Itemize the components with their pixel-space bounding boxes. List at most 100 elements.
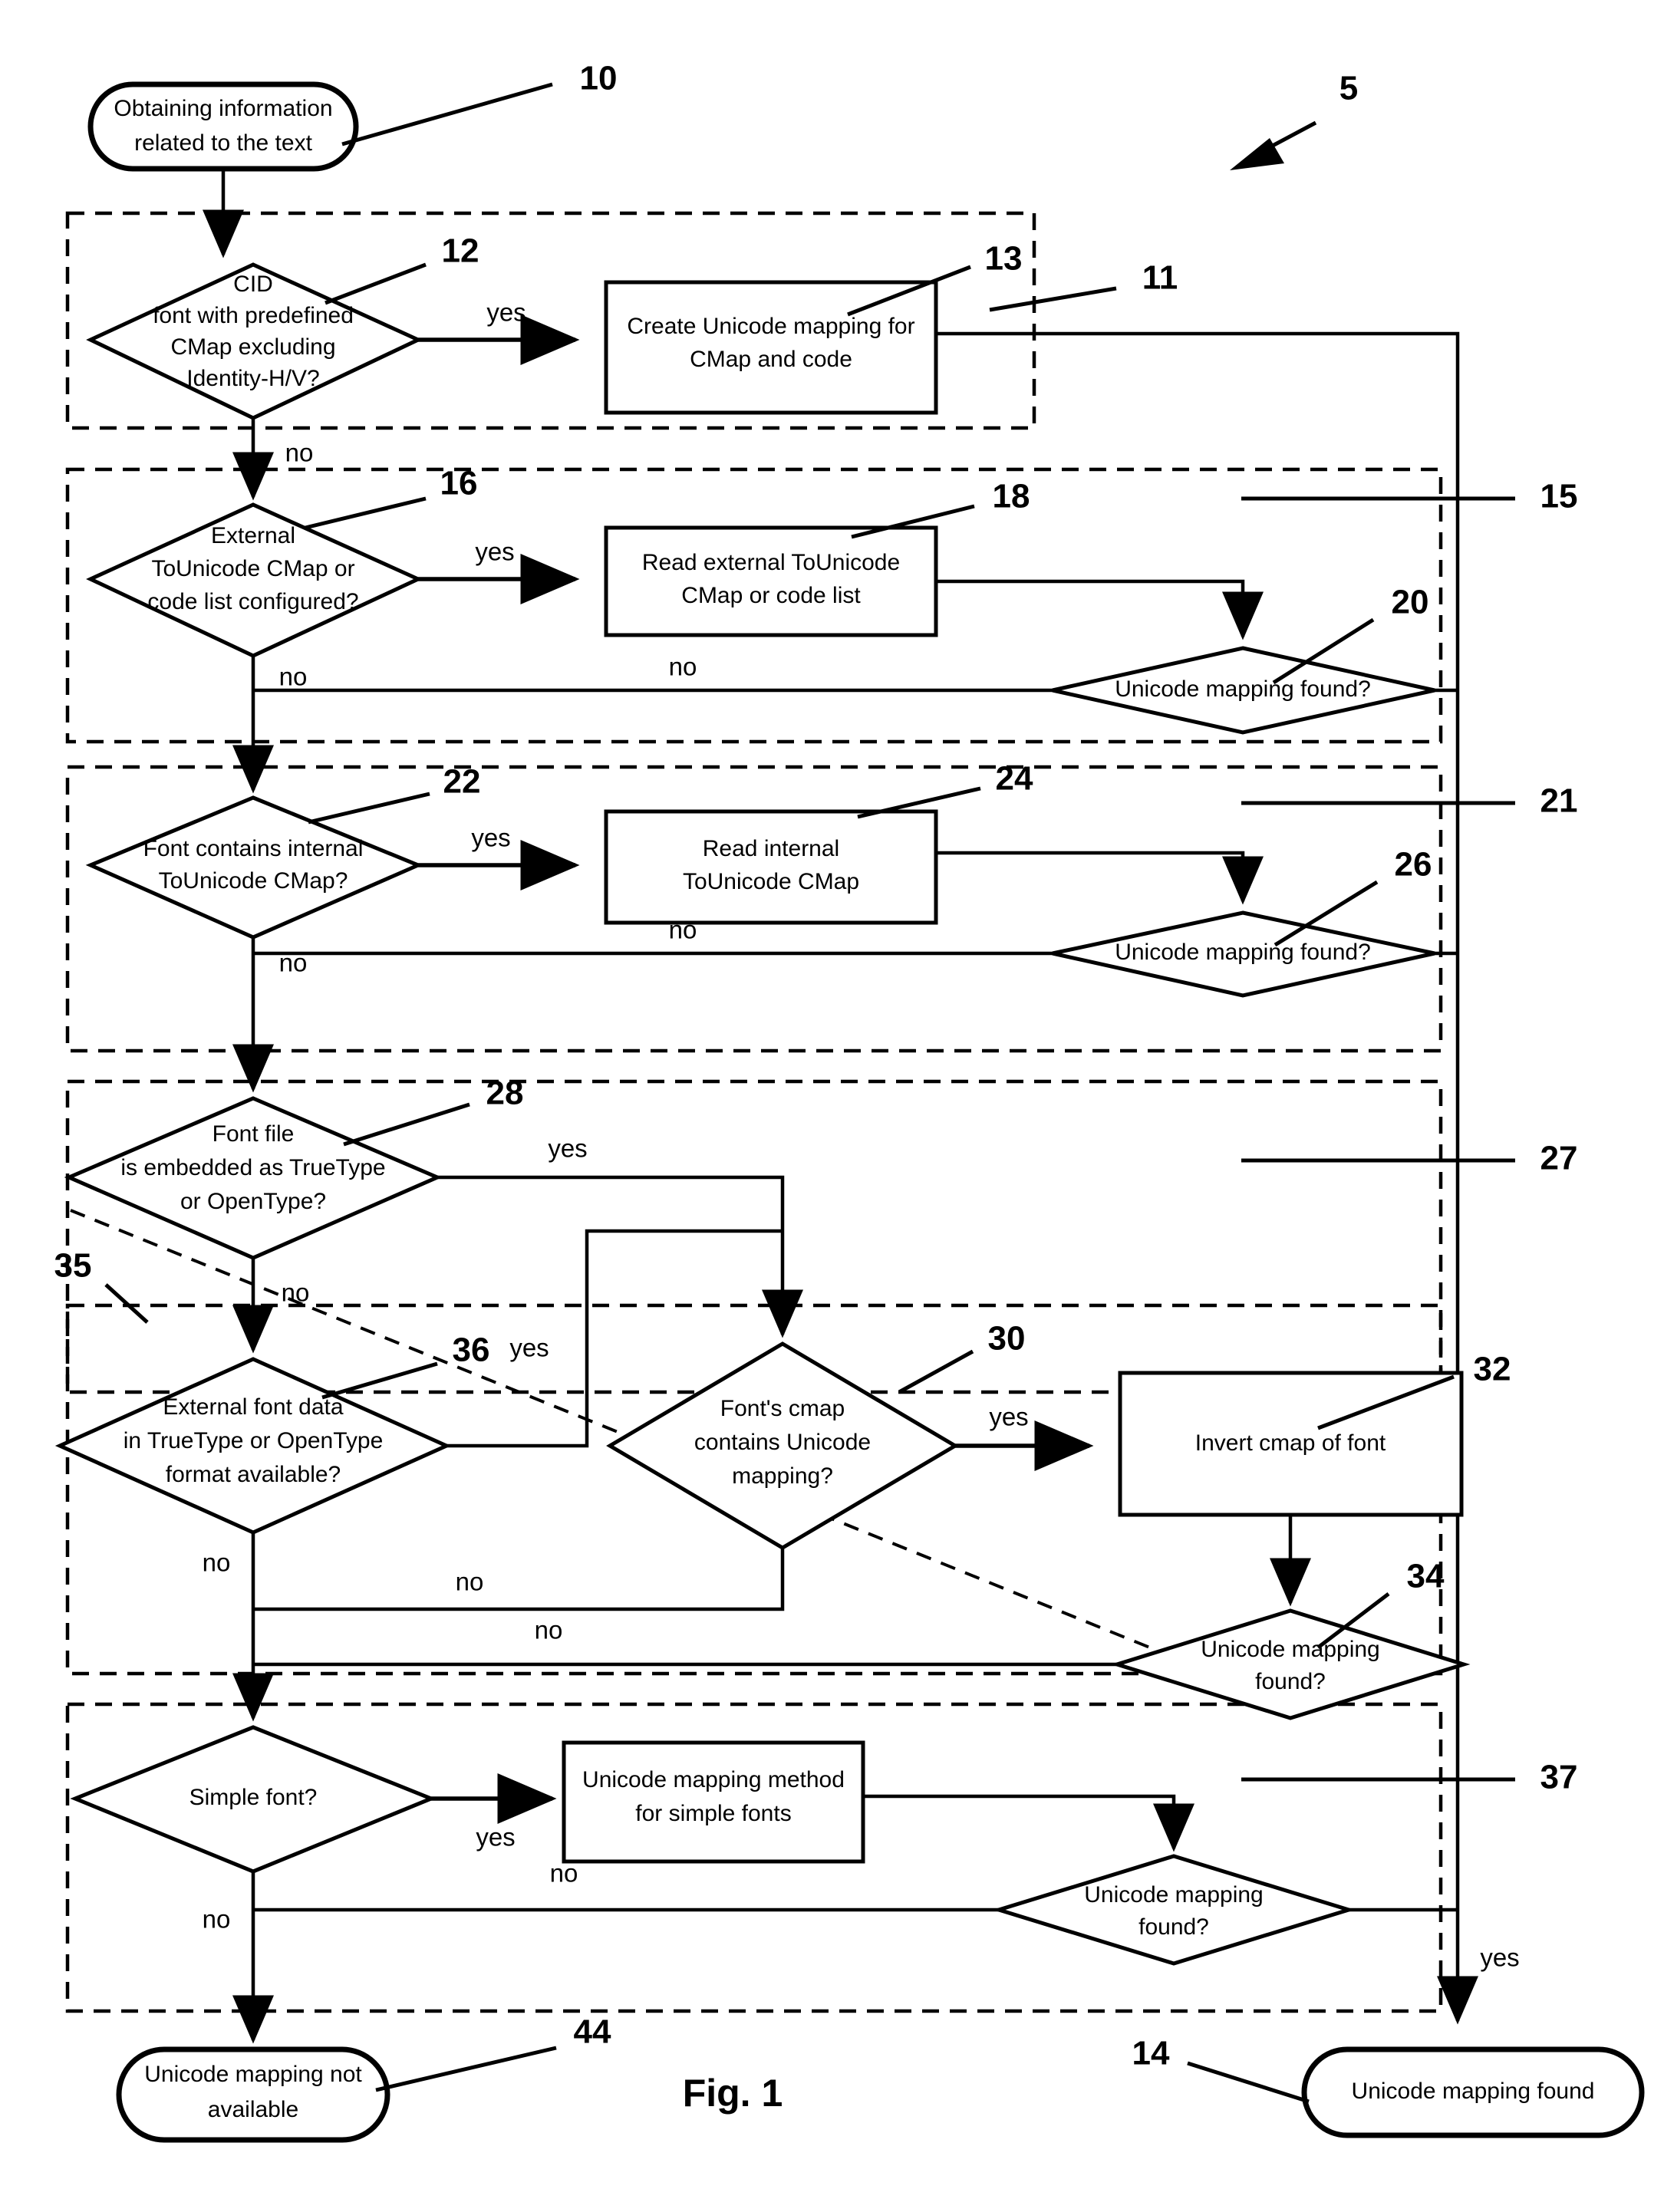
edge-label-external-font-data-no: no: [203, 1549, 231, 1577]
decision-cid-line2: font with predefined: [153, 303, 354, 328]
process-read-internal: [604, 809, 938, 925]
process-read-external: [604, 525, 938, 637]
ref-16: 16: [440, 465, 478, 502]
edge-label-cid-no: no: [285, 439, 314, 467]
process-simple-method-line1: Unicode mapping method: [582, 1767, 845, 1792]
decision-cid-line3: CMap excluding: [170, 334, 335, 360]
decision-external-font-data-line3: format available?: [166, 1462, 341, 1487]
edge-embedded-yes: [437, 1175, 803, 1338]
decision-internal-cmap-line1: Font contains internal: [143, 836, 364, 861]
ref-10-leader: [341, 82, 553, 146]
ref-30: 30: [988, 1320, 1026, 1358]
edge-label-found26-no: no: [669, 916, 697, 944]
decision-external-cmap-line1: External: [211, 523, 295, 548]
ref-13: 13: [985, 240, 1023, 278]
ref-22-leader: [308, 792, 430, 825]
terminator-start-line1: Obtaining information: [114, 96, 332, 121]
decision-font-cmap-line2: contains Unicode: [694, 1430, 871, 1455]
ref-18: 18: [993, 478, 1030, 515]
decision-embedded-line2: is embedded as TrueType: [120, 1155, 385, 1180]
ref-36: 36: [453, 1331, 490, 1369]
ref-34: 34: [1407, 1558, 1445, 1595]
edge-label-found34-no: no: [535, 1616, 563, 1644]
ref-24: 24: [996, 760, 1033, 798]
edge-label-embedded-yes: yes: [548, 1134, 587, 1163]
edge-label-found-simple-yes: yes: [1480, 1944, 1519, 1972]
process-create-mapping-line1: Create Unicode mapping for: [627, 314, 914, 339]
process-read-external-line1: Read external ToUnicode: [642, 550, 900, 575]
ref-30-leader: [898, 1349, 974, 1394]
edge-label-simple-font-no: no: [203, 1905, 231, 1934]
decision-found-34-line2: found?: [1255, 1669, 1326, 1694]
edge-label-cid-yes: yes: [486, 298, 526, 327]
decision-found-34: [1110, 1608, 1471, 1720]
ref-28: 28: [486, 1075, 524, 1112]
group-ref-21: 21: [1540, 782, 1578, 820]
edge-font-cmap-no: [253, 1548, 785, 1611]
edge-read-internal-to-found26: [936, 851, 1264, 905]
edge-label-external-cmap-yes: yes: [475, 538, 514, 566]
edge-label-found-simple-no: no: [550, 1859, 578, 1888]
ref-12: 12: [442, 232, 479, 270]
edge-label-embedded-no: no: [282, 1279, 310, 1307]
process-read-internal-line2: ToUnicode CMap: [683, 869, 859, 894]
terminator-fail-line1: Unicode mapping not: [144, 2062, 362, 2087]
decision-internal-cmap-line2: ToUnicode CMap?: [159, 868, 348, 894]
figure-caption: Fig. 1: [683, 2072, 783, 2115]
edge-label-external-cmap-no: no: [279, 663, 308, 691]
edge-create-mapping-to-rail: [936, 331, 1478, 2025]
decision-found-26-line1: Unicode mapping found?: [1115, 940, 1371, 965]
edge-label-simple-font-yes: yes: [476, 1823, 515, 1852]
group-11-leader: [989, 286, 1117, 312]
process-create-mapping-line2: CMap and code: [690, 347, 852, 372]
process-read-internal-line1: Read internal: [703, 836, 839, 861]
edge-label-found20-no: no: [669, 653, 697, 681]
ref-14: 14: [1132, 2035, 1170, 2072]
process-simple-method-line2: for simple fonts: [635, 1801, 791, 1826]
decision-cid-line1: CID: [233, 272, 273, 297]
decision-external-cmap-line3: code list configured?: [147, 589, 358, 614]
ref-10: 10: [580, 60, 618, 97]
terminator-start-line2: related to the text: [134, 130, 312, 156]
group-35-leader: [104, 1283, 149, 1324]
edge-read-external-to-found20: [936, 579, 1264, 640]
decision-cid-line4: Identity-H/V?: [186, 366, 319, 391]
process-invert-cmap-line1: Invert cmap of font: [1195, 1430, 1386, 1456]
group-ref-27: 27: [1540, 1140, 1578, 1177]
decision-embedded-line1: Font file: [213, 1121, 295, 1147]
decision-simple-font-line1: Simple font?: [189, 1785, 318, 1810]
edge-simple-method-to-found: [863, 1794, 1194, 1852]
group-ref-37: 37: [1540, 1759, 1578, 1796]
group-ref-15: 15: [1540, 478, 1578, 515]
decision-font-cmap-line3: mapping?: [732, 1463, 833, 1489]
decision-font-cmap-line1: Font's cmap: [720, 1396, 845, 1421]
edge-label-external-font-data-yes: yes: [509, 1334, 549, 1362]
terminator-fail-line2: available: [208, 2097, 298, 2122]
ref-14-leader: [1187, 2061, 1310, 2104]
decision-found-34-line1: Unicode mapping: [1201, 1637, 1379, 1662]
process-read-external-line2: CMap or code list: [681, 583, 861, 608]
overall-ref-5: 5: [1339, 70, 1358, 107]
ref-28-leader: [343, 1102, 470, 1147]
group-ref-11: 11: [1142, 259, 1178, 297]
ref-32: 32: [1474, 1351, 1511, 1388]
decision-external-cmap-line2: ToUnicode CMap or: [151, 556, 354, 581]
decision-found-simple: [992, 1854, 1356, 1966]
decision-embedded-line3: or OpenType?: [180, 1189, 326, 1214]
decision-external-font-data-line2: in TrueType or OpenType: [124, 1428, 384, 1453]
edge-label-font-cmap-yes: yes: [989, 1403, 1028, 1431]
group-ref-35: 35: [54, 1247, 92, 1285]
ref-22: 22: [443, 763, 481, 801]
decision-found-simple-line2: found?: [1138, 1914, 1209, 1940]
ref-26: 26: [1395, 846, 1432, 884]
ref-44: 44: [574, 2013, 611, 2051]
edge-label-font-cmap-no: no: [456, 1568, 484, 1596]
decision-found-20-line1: Unicode mapping found?: [1115, 676, 1371, 702]
ref-20: 20: [1392, 584, 1429, 621]
ref-12-leader: [325, 262, 427, 305]
decision-external-font-data-line1: External font data: [163, 1394, 343, 1420]
ref-16-leader: [305, 496, 427, 530]
terminator-success-line1: Unicode mapping found: [1352, 2079, 1595, 2104]
decision-found-simple-line1: Unicode mapping: [1084, 1882, 1263, 1908]
ref-44-leader: [375, 2046, 557, 2092]
